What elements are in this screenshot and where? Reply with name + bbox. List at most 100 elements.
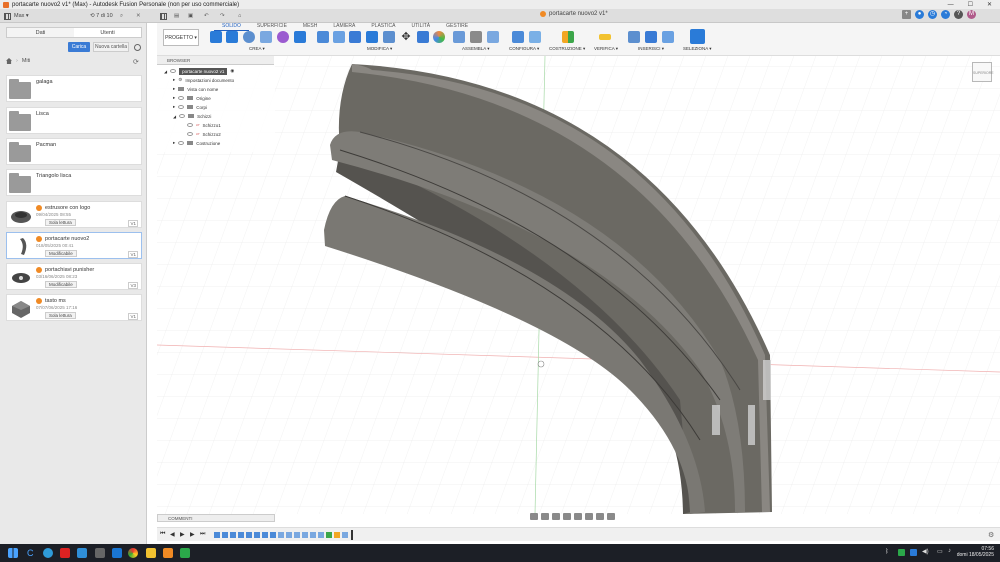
- document-tab[interactable]: portacarte nuovo2 v1*: [540, 11, 608, 17]
- configure-icon[interactable]: [512, 31, 524, 43]
- measure-icon[interactable]: [599, 34, 611, 40]
- maximize-button[interactable]: ☐: [968, 1, 973, 8]
- close-button[interactable]: ✕: [987, 1, 992, 8]
- refresh-icon[interactable]: ⟳: [133, 58, 139, 66]
- list-item[interactable]: galaga: [6, 75, 142, 102]
- combine-icon[interactable]: [383, 31, 395, 43]
- press-pull-icon[interactable]: [317, 31, 329, 43]
- save-icon[interactable]: ▣: [188, 12, 193, 20]
- timeline-feature-icon[interactable]: [270, 532, 276, 538]
- tree-item[interactable]: ▸ Costruzione: [173, 139, 220, 147]
- joint-icon[interactable]: [470, 31, 482, 43]
- viewports-icon[interactable]: [607, 513, 615, 520]
- group-modifica[interactable]: MODIFICA ▾: [367, 46, 392, 52]
- timeline-feature-icon[interactable]: [318, 532, 324, 538]
- timeline-feature-icon[interactable]: [230, 532, 236, 538]
- fit-icon[interactable]: [574, 513, 582, 520]
- app-grid-icon[interactable]: [160, 12, 167, 20]
- profile-avatar[interactable]: M: [967, 10, 976, 19]
- tree-item[interactable]: ▱ Schizzo2: [187, 130, 221, 138]
- decal-icon[interactable]: [662, 31, 674, 43]
- file-icon[interactable]: ▤: [174, 12, 179, 20]
- tab-gestire[interactable]: GESTIRE: [438, 23, 476, 31]
- new-tab-icon[interactable]: +: [902, 10, 911, 19]
- gear-icon[interactable]: [134, 44, 141, 51]
- file-explorer-icon[interactable]: [146, 548, 156, 558]
- visibility-icon[interactable]: [178, 96, 185, 100]
- edge-icon[interactable]: [43, 548, 53, 558]
- group-inserisci[interactable]: INSERISCI ▾: [638, 46, 664, 52]
- timeline-marker[interactable]: [351, 530, 353, 540]
- jobs-icon[interactable]: ◷: [928, 10, 937, 19]
- go-end-icon[interactable]: ⏭: [200, 531, 205, 538]
- group-assembla[interactable]: ASSEMBLA ▾: [462, 46, 490, 52]
- tab-utenti[interactable]: Utenti: [74, 28, 141, 37]
- tree-item[interactable]: ▸ ⚙ Impostazioni documento: [173, 76, 234, 84]
- version-badge[interactable]: V3: [128, 282, 138, 289]
- viewcube[interactable]: SUPERIORE: [972, 62, 994, 82]
- close-panel-icon[interactable]: ✕: [136, 12, 141, 20]
- extensions-icon[interactable]: ●: [915, 10, 924, 19]
- tab-solido[interactable]: SOLIDO: [214, 23, 249, 31]
- model-canvas[interactable]: [157, 56, 1000, 514]
- search-icon[interactable]: ⌕: [120, 12, 123, 20]
- tab-lamiera[interactable]: LAMIERA: [325, 23, 363, 31]
- group-seleziona[interactable]: SELEZIONA ▾: [683, 46, 712, 52]
- tree-item[interactable]: ▸ Origine: [173, 94, 211, 102]
- timeline-feature-icon[interactable]: [286, 532, 292, 538]
- tree-item[interactable]: ▸ Corpi: [173, 103, 207, 111]
- pdf-icon[interactable]: [60, 548, 70, 558]
- create-sketch-icon[interactable]: [210, 31, 222, 43]
- list-item[interactable]: Triangolo lisca: [6, 169, 142, 196]
- group-costruzione[interactable]: COSTRUZIONE ▾: [549, 46, 585, 52]
- tab-utilita[interactable]: UTILITÀ: [404, 23, 439, 31]
- move-icon[interactable]: ✥: [400, 31, 412, 43]
- timeline-feature-icon[interactable]: [302, 532, 308, 538]
- bluetooth-icon[interactable]: ᛒ: [885, 549, 889, 555]
- plane-icon[interactable]: [562, 31, 574, 43]
- mail-icon[interactable]: [112, 548, 122, 558]
- 3d-viewport[interactable]: [157, 56, 1000, 514]
- breadcrumb-item[interactable]: Miti: [22, 58, 31, 64]
- shell-icon[interactable]: [366, 31, 378, 43]
- tab-mesh[interactable]: MESH: [295, 23, 325, 31]
- insert-derive-icon[interactable]: [628, 31, 640, 43]
- timeline-feature-icon[interactable]: [310, 532, 316, 538]
- volume-icon[interactable]: ◀): [922, 548, 929, 555]
- radio-icon[interactable]: ◉: [230, 68, 234, 74]
- step-forward-icon[interactable]: ▶: [190, 531, 195, 538]
- tree-item[interactable]: ▱ Schizzo1: [187, 121, 221, 129]
- clock[interactable]: 07:56 domi 18/05/2025: [957, 546, 994, 558]
- timeline-feature-icon[interactable]: [326, 532, 332, 538]
- version-badge[interactable]: V1: [128, 251, 138, 258]
- minimize-button[interactable]: —: [948, 2, 954, 8]
- grid-settings-icon[interactable]: [596, 513, 604, 520]
- tab-plastica[interactable]: PLASTICA: [363, 23, 403, 31]
- visibility-icon[interactable]: [187, 123, 193, 127]
- help-icon[interactable]: ?: [954, 10, 963, 19]
- list-item[interactable]: estrusore con logo 09/04/2025 08:55 Sola…: [6, 201, 142, 228]
- tree-item[interactable]: ◢ Schizzi: [173, 112, 211, 120]
- copilot-icon[interactable]: C: [27, 548, 37, 558]
- timeline-feature-icon[interactable]: [262, 532, 268, 538]
- zoom-icon[interactable]: [563, 513, 571, 520]
- network-icon[interactable]: ▭: [937, 548, 943, 555]
- permission-badge[interactable]: Sola lettura: [45, 312, 76, 319]
- app-icon[interactable]: [77, 548, 87, 558]
- browser-header[interactable]: BROWSER: [157, 56, 274, 65]
- form-icon[interactable]: [277, 31, 289, 43]
- data-panel-grid-icon[interactable]: [4, 12, 11, 20]
- list-item[interactable]: portacarte nuovo2 018/05/2025 00:41 Modi…: [6, 232, 142, 259]
- tree-root[interactable]: ◢ portacarte nuovo2 v1 ◉: [164, 67, 234, 75]
- insert-icon[interactable]: [645, 31, 657, 43]
- play-icon[interactable]: ▶: [180, 531, 185, 538]
- timeline-feature-icon[interactable]: [342, 532, 348, 538]
- permission-badge[interactable]: Modificabile: [45, 250, 77, 257]
- parameters-icon[interactable]: [529, 31, 541, 43]
- tab-dati[interactable]: Dati: [7, 28, 74, 37]
- version-badge[interactable]: V1: [128, 220, 138, 227]
- permission-badge[interactable]: Sola lettura: [45, 219, 76, 226]
- timeline-feature-icon[interactable]: [222, 532, 228, 538]
- list-item[interactable]: tasto ms 07/07/06/2025 17:16 Sola lettur…: [6, 294, 142, 321]
- sound-icon[interactable]: ♪: [948, 548, 951, 554]
